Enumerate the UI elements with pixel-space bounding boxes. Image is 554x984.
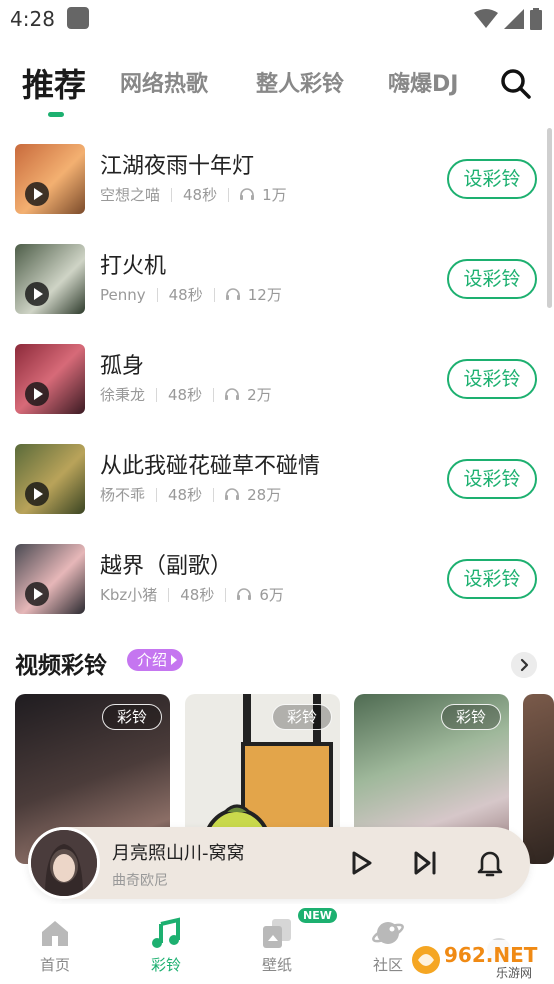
song-duration: 48秒 [168,386,203,404]
set-ringtone-button[interactable]: 设彩铃 [447,159,537,199]
song-meta: 空想之喵 48秒 1万 [100,184,287,205]
play-icon[interactable] [345,847,377,879]
song-cover [15,144,85,214]
planet-icon [372,922,404,944]
play-icon[interactable] [25,482,49,506]
song-cover [15,244,85,314]
song-duration: 48秒 [183,186,218,204]
song-title: 孤身 [100,354,145,379]
tab-indicator [48,112,64,117]
song-duration: 48秒 [180,586,215,604]
set-ringtone-button[interactable]: 设彩铃 [447,559,537,599]
chevron-right-icon[interactable] [511,652,537,678]
home-icon [42,921,68,946]
app-notification-icon [67,7,89,29]
play-icon[interactable] [25,182,49,206]
song-plays: 12万 [247,286,282,304]
nav-wallpaper[interactable]: 壁纸 [237,916,317,975]
nav-label: 彩铃 [150,956,181,974]
search-icon[interactable] [498,66,534,102]
next-track-icon[interactable] [409,847,441,879]
nav-label: 壁纸 [261,956,292,974]
watermark-sub: 乐游网 [496,966,532,980]
ringtone-tag: 彩铃 [272,704,332,730]
song-artist: Kbz小猪 [100,586,158,604]
song-plays: 2万 [247,386,272,404]
set-ringtone-button[interactable]: 设彩铃 [447,459,537,499]
set-ringtone-button[interactable]: 设彩铃 [447,259,537,299]
nav-home[interactable]: 首页 [15,916,95,975]
tab-network-hits[interactable]: 网络热歌 [120,66,208,98]
nav-ringtone[interactable]: 彩铃 [126,916,206,975]
now-playing-artist: 曲奇欧尼 [112,873,168,889]
ringtone-tag: 彩铃 [102,704,162,730]
song-row[interactable]: 江湖夜雨十年灯 空想之喵 48秒 1万 设彩铃 [0,130,554,230]
now-playing-title: 月亮照山川-窝窝 [112,843,245,864]
song-cover [15,344,85,414]
song-meta: 徐秉龙 48秒 2万 [100,384,272,405]
song-title: 从此我碰花碰草不碰情 [100,454,321,479]
play-icon[interactable] [25,282,49,306]
nav-label: 首页 [39,956,70,974]
song-row[interactable]: 打火机 Penny 48秒 12万 设彩铃 [0,230,554,330]
play-icon[interactable] [25,382,49,406]
headphones-icon [225,288,240,300]
song-plays: 1万 [262,186,287,204]
song-row[interactable]: 从此我碰花碰草不碰情 杨不乖 48秒 28万 设彩铃 [0,430,554,530]
headphones-icon [237,588,252,600]
song-cover [15,544,85,614]
tab-recommend[interactable]: 推荐 [22,60,86,106]
headphones-icon [240,188,255,200]
song-artist: Penny [100,285,146,304]
wifi-icon [474,9,498,28]
battery-icon [530,8,542,30]
headphones-icon [225,488,240,500]
status-icons [474,8,542,30]
song-title: 江湖夜雨十年灯 [100,154,255,179]
ringtone-tag: 彩铃 [441,704,501,730]
song-title: 打火机 [100,254,167,279]
song-duration: 48秒 [168,486,203,504]
set-ringtone-button[interactable]: 设彩铃 [447,359,537,399]
song-row[interactable]: 越界（副歌） Kbz小猪 48秒 6万 设彩铃 [0,530,554,630]
song-artist: 空想之喵 [100,186,161,204]
song-row[interactable]: 孤身 徐秉龙 48秒 2万 设彩铃 [0,330,554,430]
top-tabs: 推荐 网络热歌 整人彩铃 嗨爆DJ [0,58,554,118]
song-meta: 杨不乖 48秒 28万 [100,484,281,505]
tab-prank-ringtones[interactable]: 整人彩铃 [256,66,344,98]
watermark-logo: 962.NET 乐游网 [412,938,548,980]
video-ringtone-header: 视频彩铃 介绍 [15,644,539,680]
music-note-icon [152,917,180,948]
mini-player[interactable]: 月亮照山川-窝窝 曲奇欧尼 [28,827,530,899]
song-title: 越界（副歌） [100,554,233,579]
video-card[interactable] [523,694,554,864]
tab-dj[interactable]: 嗨爆DJ [388,66,458,98]
wallpaper-icon [263,919,291,948]
play-icon[interactable] [25,582,49,606]
headphones-icon [225,388,240,400]
status-bar: 4:28 [0,0,554,38]
song-plays: 28万 [247,486,282,504]
song-duration: 48秒 [168,286,203,304]
song-meta: Kbz小猪 48秒 6万 [100,584,284,605]
watermark-main: 962.NET [444,943,538,967]
status-time: 4:28 [10,7,55,31]
section-title: 视频彩铃 [15,653,107,679]
signal-icon [504,9,524,29]
song-artist: 徐秉龙 [100,386,146,404]
song-meta: Penny 48秒 12万 [100,284,282,305]
bell-icon[interactable] [474,847,506,879]
song-artist: 杨不乖 [100,486,146,504]
intro-badge[interactable]: 介绍 [127,649,184,671]
new-badge: NEW [298,908,337,923]
song-plays: 6万 [259,586,284,604]
album-art [28,827,100,899]
song-cover [15,444,85,514]
